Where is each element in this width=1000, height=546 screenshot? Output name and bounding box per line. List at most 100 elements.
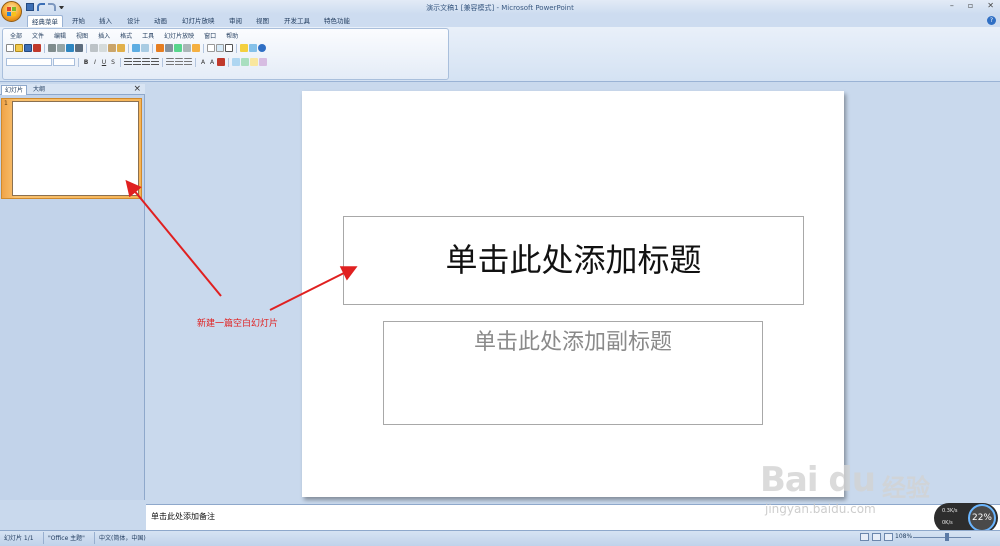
line-color-icon[interactable] xyxy=(259,58,267,66)
textbox-icon[interactable] xyxy=(225,44,233,52)
align-right-icon[interactable] xyxy=(142,58,150,66)
menu-format[interactable]: 格式 xyxy=(115,31,137,40)
slide-canvas[interactable]: 单击此处添加标题 单击此处添加副标题 xyxy=(302,91,844,497)
menu-tools[interactable]: 工具 xyxy=(137,31,159,40)
menu-file[interactable]: 文件 xyxy=(27,31,49,40)
grid-icon[interactable] xyxy=(216,44,224,52)
help-icon[interactable] xyxy=(258,44,266,52)
chart-icon[interactable] xyxy=(156,44,164,52)
menu-help[interactable]: 帮助 xyxy=(221,31,243,40)
tab-view[interactable]: 视图 xyxy=(252,15,273,27)
slide-number: 1 xyxy=(4,100,8,107)
separator xyxy=(44,43,45,53)
menu-all[interactable]: 全部 xyxy=(5,31,27,40)
tab-design[interactable]: 设计 xyxy=(123,15,144,27)
tab-developer[interactable]: 开发工具 xyxy=(280,15,314,27)
tab-outline[interactable]: 大纲 xyxy=(30,85,48,95)
separator xyxy=(94,532,95,544)
tab-home[interactable]: 开始 xyxy=(68,15,89,27)
zoom-slider-thumb[interactable] xyxy=(945,533,949,541)
normal-view-button[interactable] xyxy=(860,533,869,541)
tab-classic-menu[interactable]: 经典菜单 xyxy=(27,15,63,27)
new-icon[interactable] xyxy=(6,44,14,52)
minimize-button[interactable]: – xyxy=(950,1,954,10)
slide-thumbnail[interactable] xyxy=(12,101,139,196)
font-size-combo[interactable] xyxy=(53,58,75,66)
annotation-label: 新建一篇空白幻灯片 xyxy=(197,319,279,329)
office-logo-icon xyxy=(7,7,17,17)
separator xyxy=(43,532,44,544)
help-icon[interactable]: ? xyxy=(987,16,996,25)
tab-insert[interactable]: 插入 xyxy=(95,15,116,27)
menu-edit[interactable]: 编辑 xyxy=(49,31,71,40)
shapes-icon[interactable] xyxy=(183,44,191,52)
download-speed: 0K/s xyxy=(942,520,953,526)
title-placeholder-text: 单击此处添加标题 xyxy=(445,241,702,279)
print-icon[interactable] xyxy=(48,44,56,52)
close-button[interactable]: ✕ xyxy=(987,1,994,10)
office-button[interactable] xyxy=(1,1,22,22)
font-name-combo[interactable] xyxy=(6,58,52,66)
window-title: 演示文稿1 [兼容模式] - Microsoft PowerPoint xyxy=(426,4,574,12)
permission-icon[interactable] xyxy=(33,44,41,52)
menu-slideshow[interactable]: 幻灯片放映 xyxy=(159,31,199,40)
research-icon[interactable] xyxy=(75,44,83,52)
increase-font-button[interactable]: A xyxy=(199,59,207,66)
cut-icon[interactable] xyxy=(90,44,98,52)
zoom-icon[interactable] xyxy=(249,44,257,52)
picture-icon[interactable] xyxy=(174,44,182,52)
network-speed-widget[interactable]: 0.3K/s 0K/s 22% xyxy=(934,503,998,533)
copy-icon[interactable] xyxy=(99,44,107,52)
tab-slideshow[interactable]: 幻灯片放映 xyxy=(178,15,219,27)
expand-icon[interactable] xyxy=(207,44,215,52)
watermark-text: 经验 xyxy=(882,474,930,502)
spelling-icon[interactable] xyxy=(66,44,74,52)
slideshow-view-button[interactable] xyxy=(884,533,893,541)
restore-button[interactable]: ▫ xyxy=(968,1,973,10)
new-slide-icon[interactable] xyxy=(192,44,200,52)
subtitle-placeholder[interactable]: 单击此处添加副标题 xyxy=(383,321,763,425)
italic-button[interactable]: I xyxy=(91,59,99,66)
undo-icon[interactable] xyxy=(132,44,140,52)
zoom-level[interactable]: 108% xyxy=(895,533,912,540)
format-painter-icon[interactable] xyxy=(117,44,125,52)
justify-icon[interactable] xyxy=(151,58,159,66)
zoom-slider[interactable] xyxy=(913,537,971,538)
design-icon[interactable] xyxy=(241,58,249,66)
bullets-icon[interactable] xyxy=(175,58,183,66)
bold-button[interactable]: B xyxy=(82,59,90,66)
menu-view[interactable]: 视图 xyxy=(71,31,93,40)
open-icon[interactable] xyxy=(15,44,23,52)
redo-icon[interactable] xyxy=(141,44,149,52)
menu-window[interactable]: 窗口 xyxy=(199,31,221,40)
numbering-icon[interactable] xyxy=(166,58,174,66)
layout-icon[interactable] xyxy=(232,58,240,66)
align-left-icon[interactable] xyxy=(124,58,132,66)
title-placeholder[interactable]: 单击此处添加标题 xyxy=(343,216,804,305)
upload-speed: 0.3K/s xyxy=(942,508,958,514)
menu-insert[interactable]: 插入 xyxy=(93,31,115,40)
status-language[interactable]: 中文(简体，中国) xyxy=(99,533,146,542)
underline-button[interactable]: U xyxy=(100,59,108,66)
print-preview-icon[interactable] xyxy=(57,44,65,52)
subtitle-placeholder-text: 单击此处添加副标题 xyxy=(473,330,672,355)
table-icon[interactable] xyxy=(165,44,173,52)
font-color-icon[interactable] xyxy=(217,58,225,66)
pane-tabs: 幻灯片 大纲 × xyxy=(0,84,145,95)
slide-thumbnail-selected[interactable]: 1 xyxy=(1,98,142,199)
save-icon[interactable] xyxy=(24,44,32,52)
tab-slides[interactable]: 幻灯片 xyxy=(1,85,28,95)
paste-icon[interactable] xyxy=(108,44,116,52)
slide-sorter-button[interactable] xyxy=(872,533,881,541)
close-icon[interactable]: × xyxy=(133,84,141,95)
tab-animation[interactable]: 动画 xyxy=(150,15,171,27)
tab-review[interactable]: 审阅 xyxy=(225,15,246,27)
tab-special[interactable]: 特色功能 xyxy=(320,15,354,27)
shadow-button[interactable]: S xyxy=(109,59,117,66)
color-icon[interactable] xyxy=(240,44,248,52)
indent-icon[interactable] xyxy=(184,58,192,66)
notes-placeholder: 单击此处添加备注 xyxy=(151,512,215,521)
decrease-font-button[interactable]: A xyxy=(208,59,216,66)
align-center-icon[interactable] xyxy=(133,58,141,66)
fill-color-icon[interactable] xyxy=(250,58,258,66)
